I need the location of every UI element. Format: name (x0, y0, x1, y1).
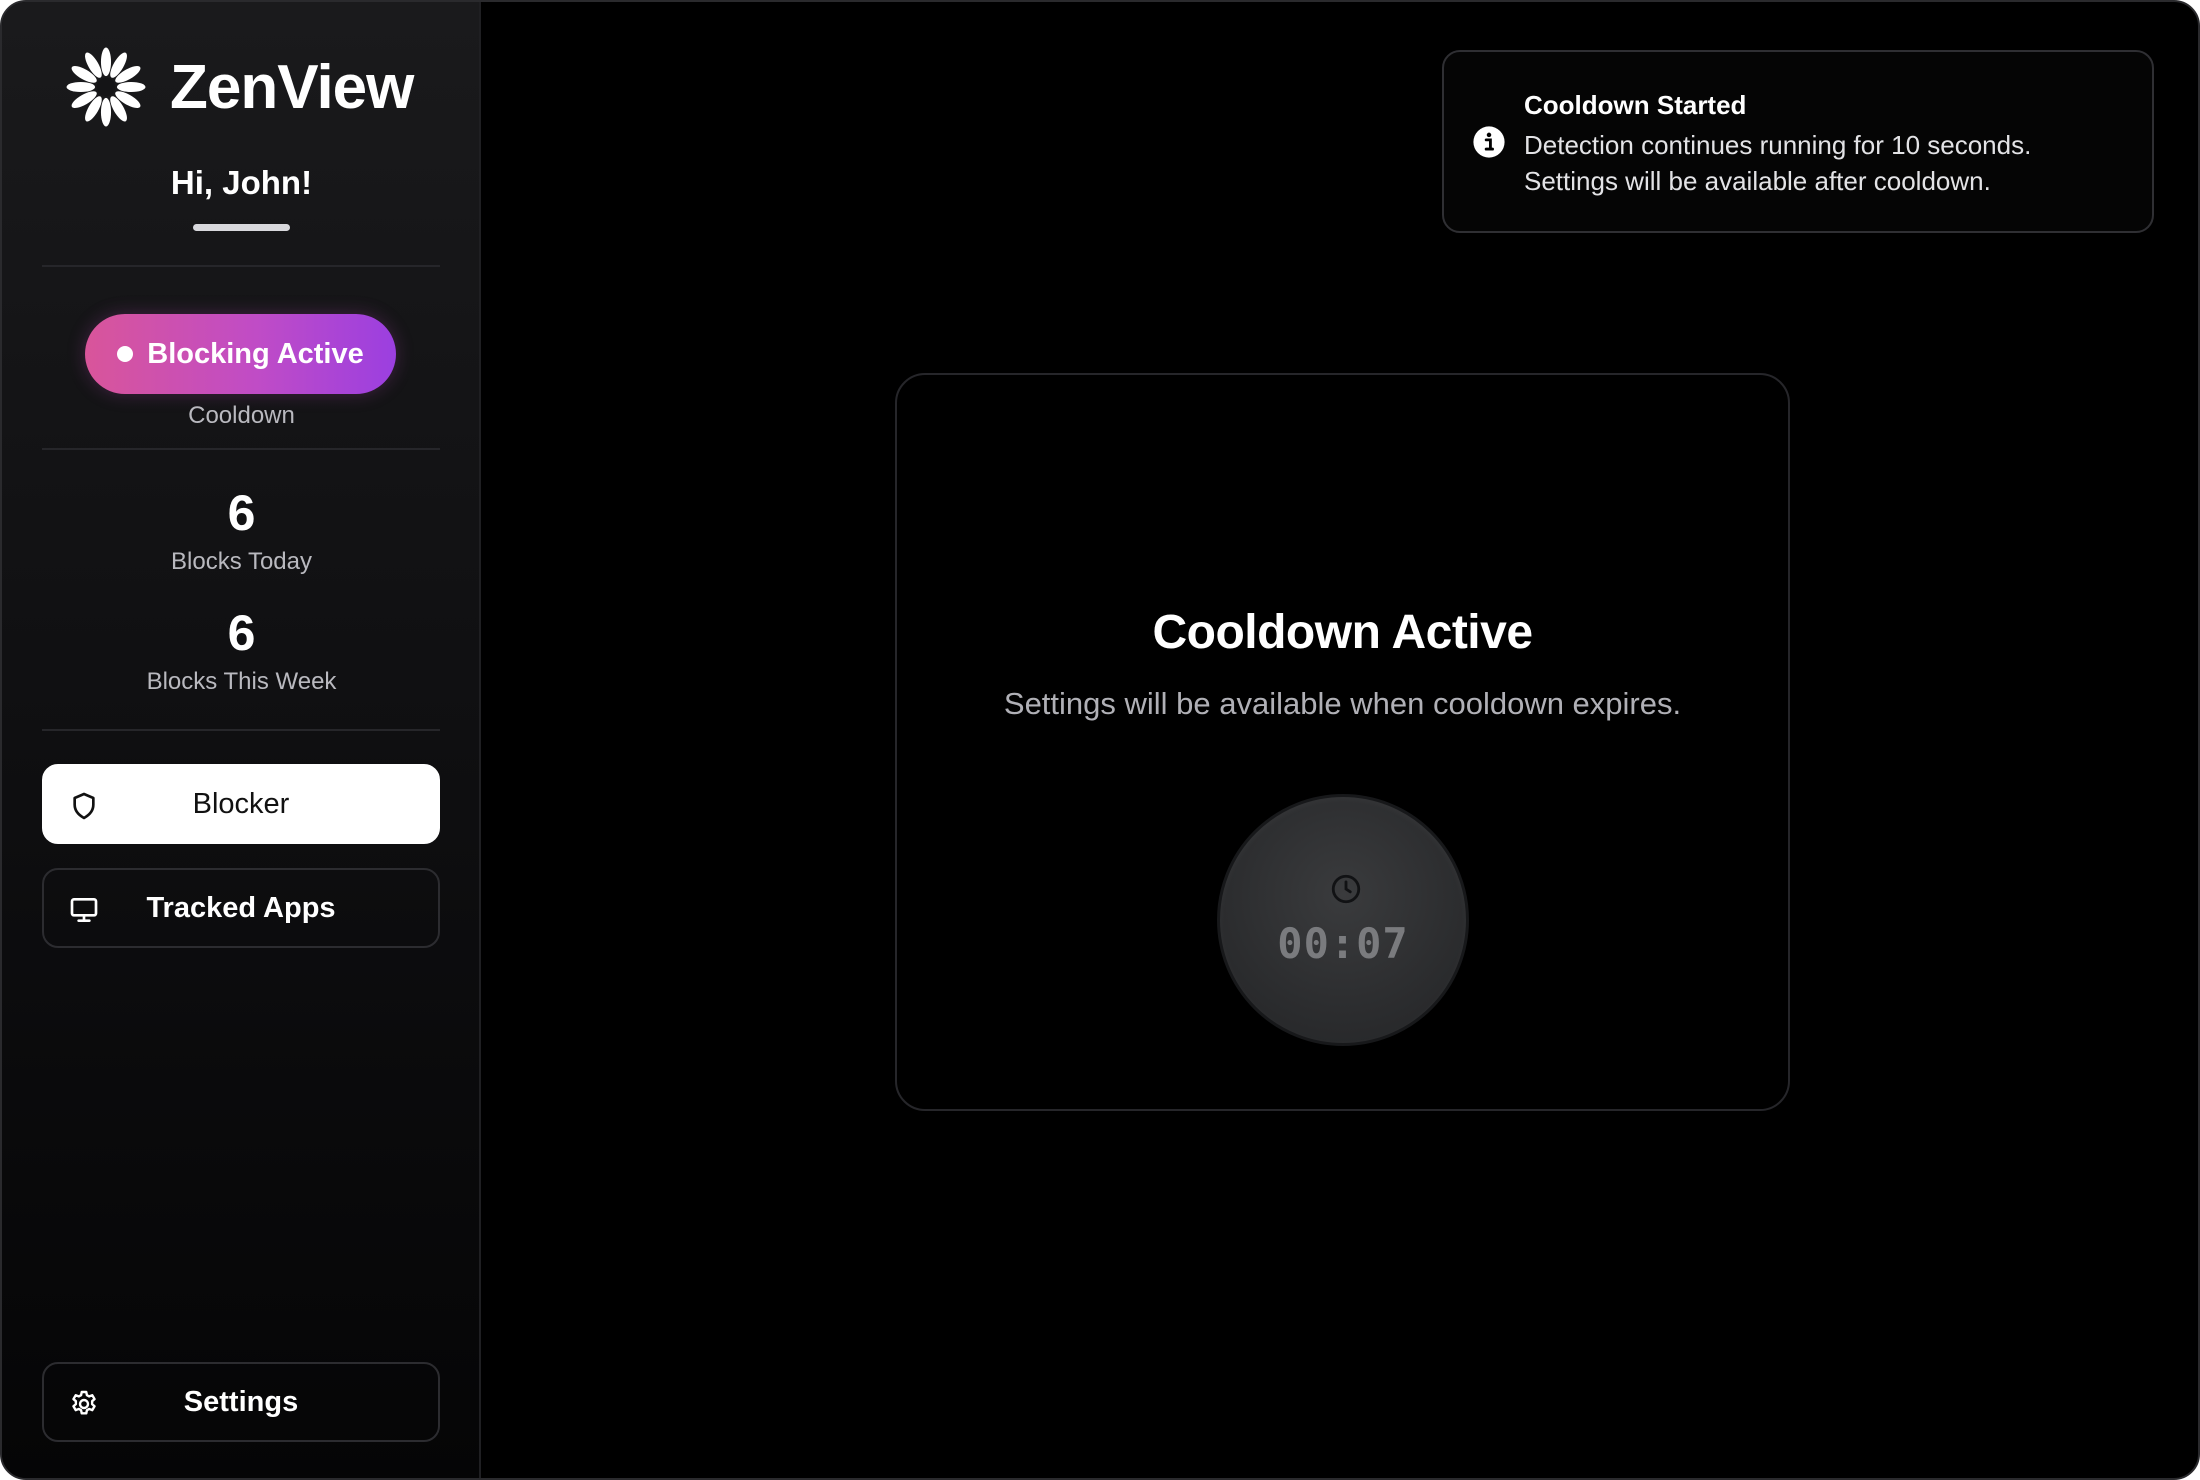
info-icon (1473, 126, 1505, 158)
nav-blocker-button[interactable]: Blocker (42, 764, 440, 844)
blocks-today-count: 6 (227, 485, 256, 541)
status-dot (117, 346, 134, 362)
divider (42, 729, 440, 731)
clock-icon (1331, 874, 1361, 904)
flower-logo-icon (66, 47, 146, 127)
monitor-icon (70, 898, 98, 922)
toast-message-line: Settings will be available after cooldow… (1524, 166, 1991, 196)
toast-title: Cooldown Started (1524, 90, 1747, 120)
nav-blocker-label: Blocker (192, 787, 290, 820)
logo: ZenView (64, 42, 414, 132)
notification-toast[interactable]: Cooldown Started Detection continues run… (1442, 50, 2154, 233)
status-sublabel: Cooldown (188, 402, 295, 429)
greeting-underline (193, 224, 290, 231)
status-label: Blocking Active (147, 337, 364, 370)
shield-icon (73, 792, 95, 820)
settings-button[interactable]: Settings (42, 1362, 440, 1442)
nav-tracked-apps-label: Tracked Apps (146, 891, 336, 924)
cooldown-subtitle: Settings will be available when cooldown… (1003, 686, 1682, 721)
divider (42, 448, 440, 450)
settings-label: Settings (183, 1385, 299, 1418)
toast-message-line: Detection continues running for 10 secon… (1524, 130, 2032, 160)
cooldown-title: Cooldown Active (1152, 606, 1533, 659)
greeting: Hi, John! (170, 164, 313, 201)
sidebar: ZenView Hi, John! Blocking Active Cooldo… (2, 2, 481, 1478)
cooldown-timer: 00:07 (1217, 794, 1469, 1046)
timer-value: 00:07 (1277, 919, 1409, 968)
nav-tracked-apps-button[interactable]: Tracked Apps (42, 868, 440, 948)
cooldown-card: Cooldown Active Settings will be availab… (895, 373, 1790, 1111)
divider (42, 265, 440, 267)
blocks-week-label: Blocks This Week (146, 668, 337, 695)
blocks-week-count: 6 (227, 605, 256, 661)
gear-icon (72, 1390, 96, 1415)
status-pill[interactable]: Blocking Active (85, 314, 396, 394)
blocks-today-label: Blocks Today (171, 548, 312, 575)
app-window: ZenView Hi, John! Blocking Active Cooldo… (0, 0, 2200, 1480)
app-name: ZenView (170, 52, 414, 122)
